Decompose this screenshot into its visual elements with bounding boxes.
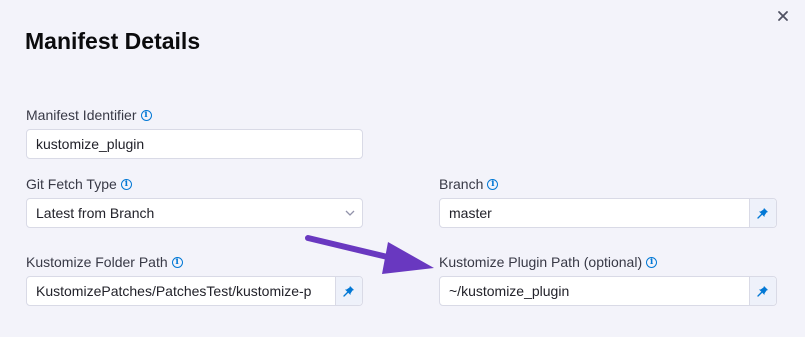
chevron-down-icon[interactable]	[338, 199, 362, 227]
pin-icon[interactable]	[749, 199, 776, 227]
dialog-title: Manifest Details	[25, 28, 201, 54]
branch-input[interactable]: master	[439, 198, 777, 228]
pin-icon[interactable]	[749, 277, 776, 305]
kustomize-folder-path-input[interactable]: KustomizePatches/PatchesTest/kustomize-p	[26, 276, 363, 306]
git-fetch-type-select[interactable]: Latest from Branch	[26, 198, 363, 228]
manifest-identifier-label-row: Manifest Identifier i	[26, 107, 152, 123]
manifest-identifier-value[interactable]: kustomize_plugin	[27, 136, 362, 152]
pin-icon[interactable]	[335, 277, 362, 305]
kustomize-plugin-path-label: Kustomize Plugin Path (optional)	[439, 254, 643, 270]
git-fetch-type-value[interactable]: Latest from Branch	[27, 205, 338, 221]
branch-value[interactable]: master	[440, 205, 749, 221]
info-icon[interactable]: i	[646, 256, 658, 268]
info-icon[interactable]: i	[487, 178, 499, 190]
info-icon[interactable]: i	[120, 178, 132, 190]
kustomize-folder-path-label: Kustomize Folder Path	[26, 254, 168, 270]
git-fetch-type-label: Git Fetch Type	[26, 176, 117, 192]
branch-label-row: Branch i	[439, 176, 499, 192]
manifest-identifier-label: Manifest Identifier	[26, 107, 137, 123]
manifest-identifier-input[interactable]: kustomize_plugin	[26, 129, 363, 159]
close-icon[interactable]	[773, 6, 793, 26]
kustomize-plugin-path-value[interactable]: ~/kustomize_plugin	[440, 283, 749, 299]
kustomize-folder-path-label-row: Kustomize Folder Path i	[26, 254, 183, 270]
info-icon[interactable]: i	[171, 256, 183, 268]
branch-label: Branch	[439, 176, 484, 192]
git-fetch-type-label-row: Git Fetch Type i	[26, 176, 132, 192]
kustomize-plugin-path-input[interactable]: ~/kustomize_plugin	[439, 276, 777, 306]
kustomize-folder-path-value[interactable]: KustomizePatches/PatchesTest/kustomize-p	[27, 283, 335, 299]
info-icon[interactable]: i	[140, 109, 152, 121]
annotation-arrow	[305, 235, 434, 274]
kustomize-plugin-path-label-row: Kustomize Plugin Path (optional) i	[439, 254, 658, 270]
